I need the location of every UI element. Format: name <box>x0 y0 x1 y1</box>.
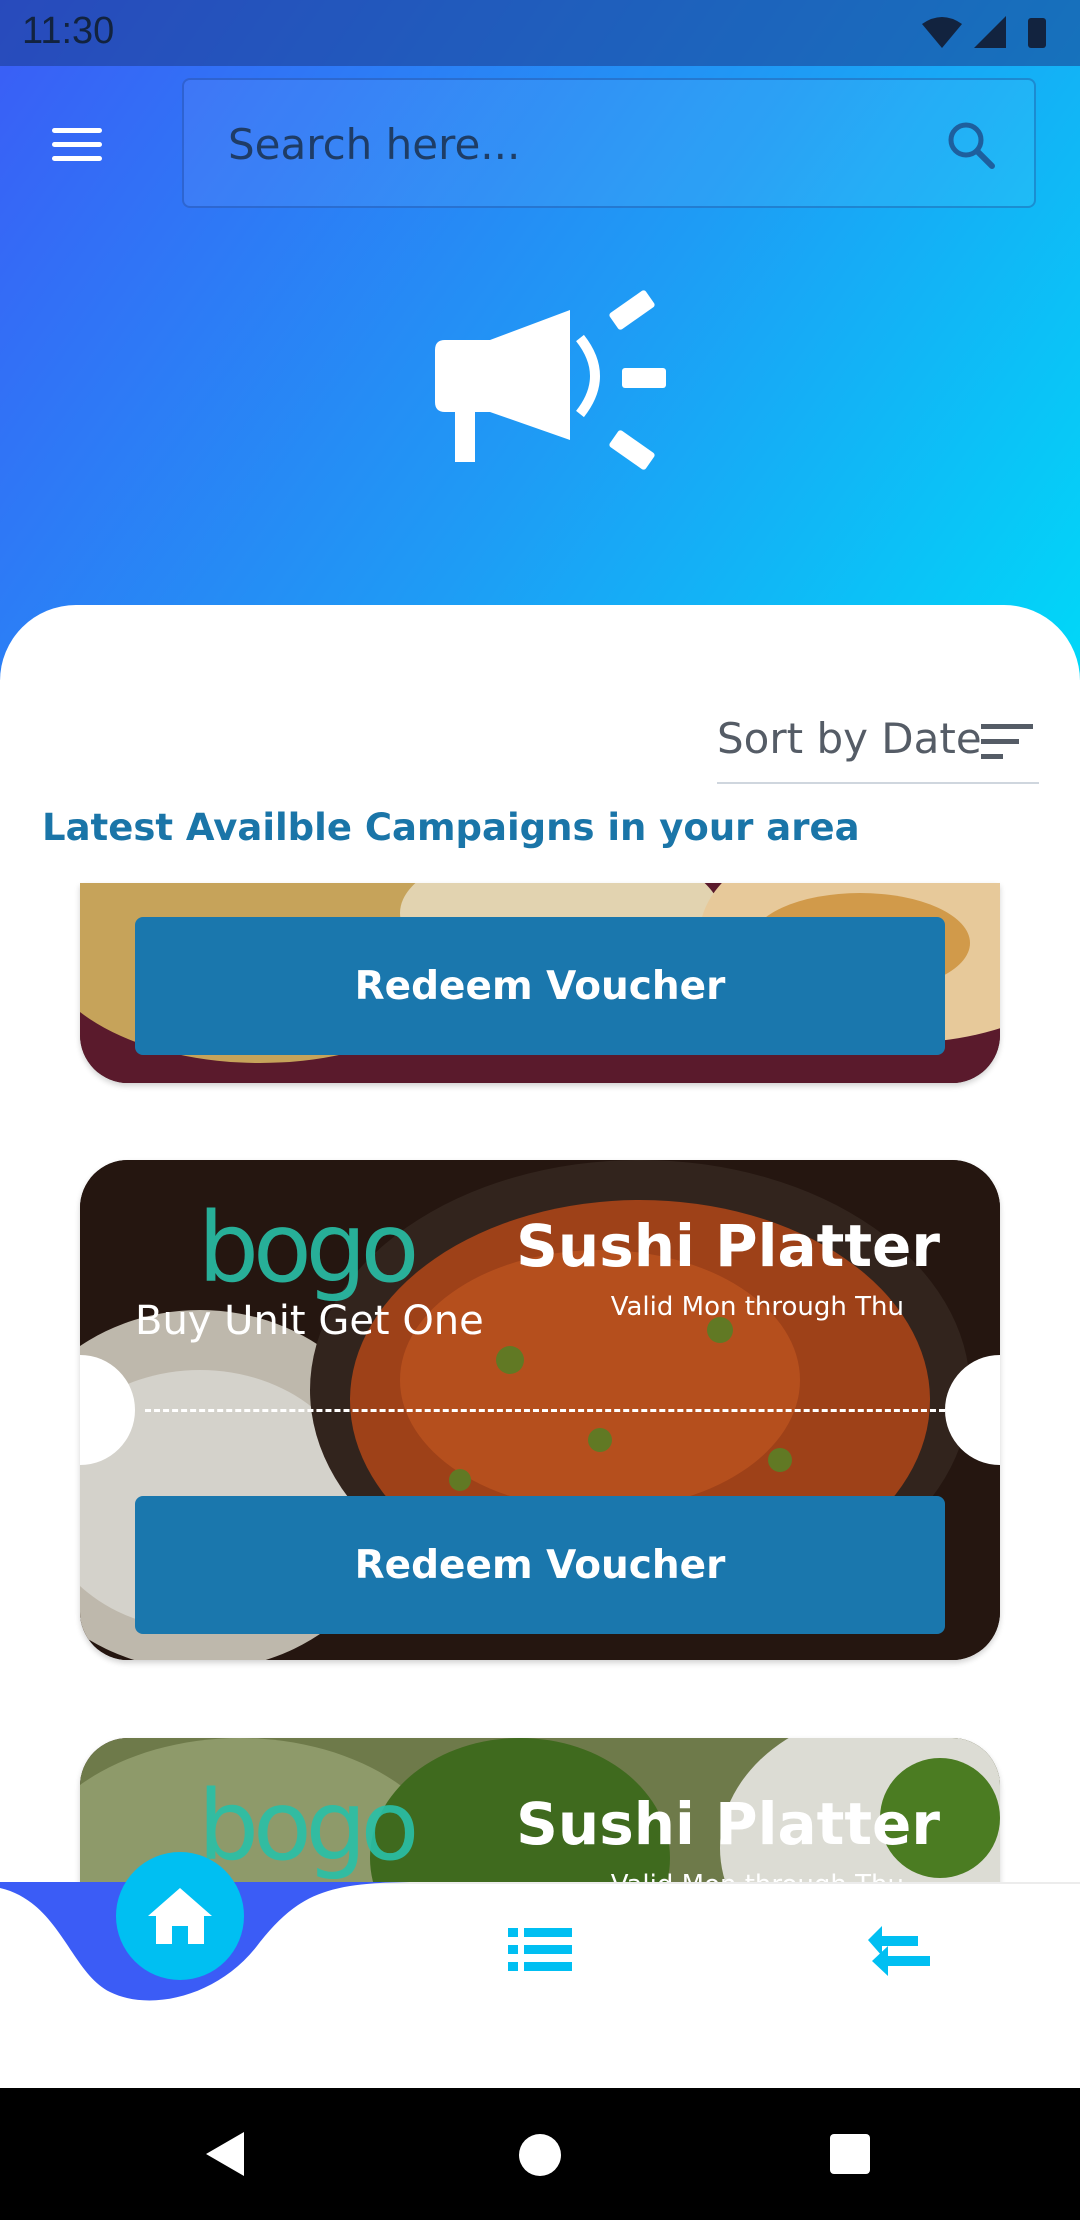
campaign-card: bogo Buy Unit Get One Sushi Platter Vali… <box>80 1160 1000 1660</box>
hamburger-icon-line <box>52 156 102 161</box>
search-bar <box>182 78 1036 208</box>
home-button[interactable] <box>116 1852 244 1980</box>
status-time: 11:30 <box>22 10 115 52</box>
status-icons <box>922 16 1046 48</box>
home-icon <box>148 1888 212 1944</box>
ticket-divider <box>145 1409 945 1412</box>
search-input[interactable] <box>226 108 910 180</box>
offer-title: Sushi Platter <box>516 1212 940 1280</box>
sort-by-date-button[interactable]: Sort by Date <box>717 710 1039 784</box>
offer-title: Sushi Platter <box>516 1790 940 1858</box>
hamburger-icon-line <box>52 128 102 133</box>
offer-text: Buy Unit Get One <box>135 1298 484 1344</box>
list-nav-button[interactable] <box>500 1920 580 1980</box>
status-bar: 11:30 <box>0 0 1080 66</box>
list-icon <box>508 1928 572 1971</box>
recent-apps-icon[interactable] <box>830 2134 870 2174</box>
back-icon[interactable] <box>200 2128 250 2180</box>
menu-button[interactable] <box>40 112 114 174</box>
signal-icon <box>974 16 1006 48</box>
redeem-voucher-button[interactable]: Redeem Voucher <box>135 1496 945 1634</box>
section-title: Latest Availble Campaigns in your area <box>42 806 860 849</box>
system-home-icon[interactable] <box>519 2134 561 2176</box>
system-navigation-bar <box>0 2088 1080 2220</box>
compress-arrows-icon <box>868 1926 930 1976</box>
battery-icon <box>1028 18 1046 48</box>
megaphone-icon <box>435 290 666 470</box>
offer-validity: Valid Mon through Thu <box>610 1292 904 1322</box>
sort-lines-icon <box>981 724 1033 759</box>
redeem-voucher-button[interactable]: Redeem Voucher <box>135 917 945 1055</box>
sort-label: Sort by Date <box>717 714 982 763</box>
search-icon[interactable] <box>944 118 998 172</box>
hamburger-icon-line <box>52 142 102 147</box>
campaign-card: Redeem Voucher <box>80 883 1000 1083</box>
wifi-icon <box>922 17 962 48</box>
compress-nav-button[interactable] <box>860 1916 940 1982</box>
bogo-logo: bogo <box>198 1192 419 1304</box>
